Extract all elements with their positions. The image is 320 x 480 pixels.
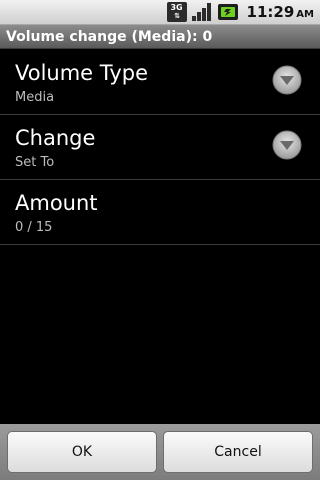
dialog-title-bar: Volume change (Media): 0: [0, 25, 320, 49]
pref-amount[interactable]: Amount 0 / 15: [0, 180, 320, 245]
network-3g-icon: 3G ⇅: [166, 2, 187, 22]
clock-ampm: AM: [296, 9, 314, 20]
pref-change[interactable]: Change Set To: [0, 115, 320, 180]
screen: 3G ⇅ 11:29 AM Volume change (Media): 0 V…: [0, 0, 320, 480]
signal-strength-icon: [191, 3, 211, 21]
pref-change-title: Change: [15, 126, 96, 150]
clock-time: 11:29: [246, 3, 295, 21]
preference-list: Volume Type Media Change Set To Amount 0…: [0, 50, 320, 245]
ok-button[interactable]: OK: [7, 431, 157, 473]
dialog-title: Volume change (Media): 0: [6, 28, 213, 45]
pref-amount-title: Amount: [15, 191, 98, 215]
clock: 11:29 AM: [247, 3, 314, 21]
cancel-button[interactable]: Cancel: [163, 431, 313, 473]
battery-icon: [217, 4, 238, 20]
dropdown-arrow-icon[interactable]: [272, 130, 302, 160]
pref-volume-type[interactable]: Volume Type Media: [0, 50, 320, 115]
status-bar: 3G ⇅ 11:29 AM: [0, 0, 320, 25]
dialog-button-bar: OK Cancel: [0, 424, 320, 480]
network-type-label: 3G: [170, 3, 183, 12]
pref-change-summary: Set To: [15, 155, 55, 170]
pref-volume-type-title: Volume Type: [15, 61, 149, 85]
pref-amount-summary: 0 / 15: [15, 220, 53, 235]
dropdown-arrow-icon[interactable]: [272, 65, 302, 95]
pref-volume-type-summary: Media: [15, 90, 55, 105]
